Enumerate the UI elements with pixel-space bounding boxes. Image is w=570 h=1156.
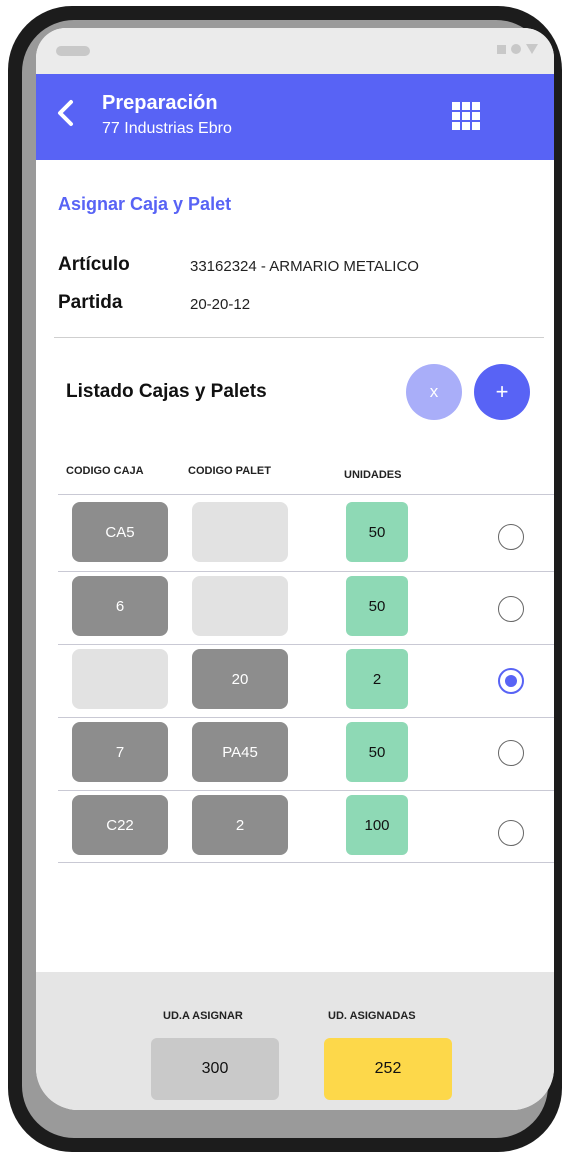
radio-unselected-icon[interactable] bbox=[498, 596, 524, 622]
codigo-palet-cell[interactable] bbox=[192, 502, 288, 562]
unidades-cell[interactable]: 50 bbox=[346, 576, 408, 636]
add-button[interactable]: + bbox=[474, 364, 530, 420]
battery-icon bbox=[526, 44, 538, 54]
grid-menu-icon[interactable] bbox=[452, 102, 480, 130]
codigo-caja-cell[interactable]: CA5 bbox=[72, 502, 168, 562]
unidades-cell[interactable]: 2 bbox=[346, 649, 408, 709]
unidades-cell[interactable]: 50 bbox=[346, 722, 408, 782]
chevron-left-icon[interactable] bbox=[52, 98, 78, 128]
system-icons bbox=[497, 44, 538, 54]
codigo-palet-cell[interactable] bbox=[192, 576, 288, 636]
row-divider bbox=[58, 571, 554, 572]
articulo-label: Artículo bbox=[58, 254, 130, 275]
partida-label: Partida bbox=[58, 292, 123, 313]
codigo-palet-cell[interactable]: 2 bbox=[192, 795, 288, 855]
radio-unselected-icon[interactable] bbox=[498, 740, 524, 766]
footer-summary: UD.A ASIGNAR 300 UD. ASIGNADAS 252 bbox=[36, 972, 554, 1110]
ud-asignar-value: 300 bbox=[151, 1038, 279, 1100]
signal-icon bbox=[497, 44, 506, 54]
app-screen: Preparación 77 Industrias Ebro Asignar C… bbox=[36, 28, 554, 1110]
row-divider bbox=[58, 790, 554, 791]
speaker-pill bbox=[56, 46, 90, 56]
row-divider bbox=[58, 862, 554, 863]
status-bar bbox=[36, 28, 554, 74]
divider bbox=[54, 337, 544, 338]
header-codigo-caja: CODIGO CAJA bbox=[66, 465, 144, 477]
page-title: Preparación bbox=[102, 92, 218, 114]
app-header: Preparación 77 Industrias Ebro bbox=[36, 74, 554, 160]
page-subtitle: 77 Industrias Ebro bbox=[102, 120, 232, 137]
codigo-palet-cell[interactable]: 20 bbox=[192, 649, 288, 709]
list-title: Listado Cajas y Palets bbox=[66, 381, 267, 402]
partida-value: 20-20-12 bbox=[190, 296, 251, 313]
ud-asignar-label: UD.A ASIGNAR bbox=[163, 1010, 243, 1022]
codigo-palet-cell[interactable]: PA45 bbox=[192, 722, 288, 782]
codigo-caja-cell[interactable] bbox=[72, 649, 168, 709]
articulo-value: 33162324 - ARMARIO METALICO bbox=[190, 258, 419, 275]
codigo-caja-cell[interactable]: 6 bbox=[72, 576, 168, 636]
codigo-caja-cell[interactable]: 7 bbox=[72, 722, 168, 782]
header-codigo-palet: CODIGO PALET bbox=[188, 465, 271, 477]
codigo-caja-cell[interactable]: C22 bbox=[72, 795, 168, 855]
header-unidades: UNIDADES bbox=[344, 469, 402, 481]
row-divider bbox=[58, 717, 554, 718]
radio-unselected-icon[interactable] bbox=[498, 524, 524, 550]
radio-selected-icon[interactable] bbox=[498, 668, 524, 694]
ud-asignadas-label: UD. ASIGNADAS bbox=[328, 1010, 416, 1022]
clear-button[interactable]: x bbox=[406, 364, 462, 420]
ud-asignadas-value: 252 bbox=[324, 1038, 452, 1100]
unidades-cell[interactable]: 50 bbox=[346, 502, 408, 562]
radio-unselected-icon[interactable] bbox=[498, 820, 524, 846]
section-title: Asignar Caja y Palet bbox=[58, 194, 232, 214]
row-divider bbox=[58, 494, 554, 495]
row-divider bbox=[58, 644, 554, 645]
unidades-cell[interactable]: 100 bbox=[346, 795, 408, 855]
wifi-icon bbox=[511, 44, 521, 54]
